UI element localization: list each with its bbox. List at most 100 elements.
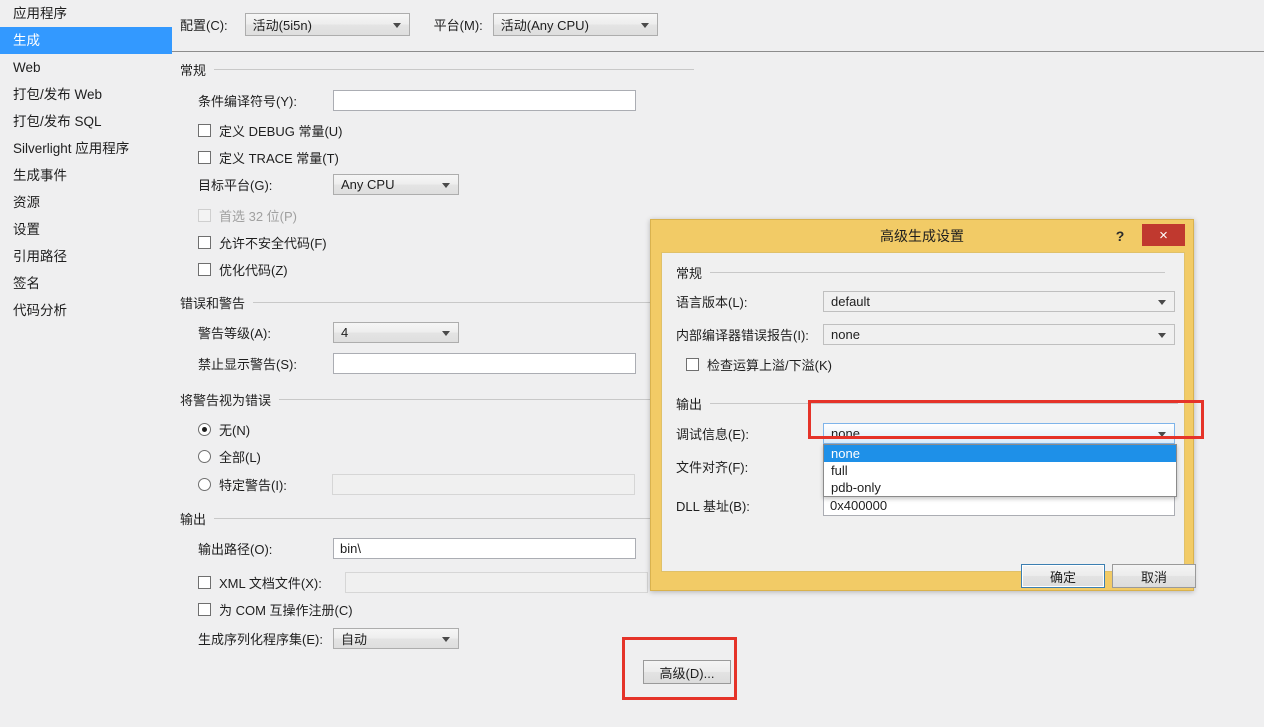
dll-base-value: 0x400000 <box>830 498 888 513</box>
dialog-output-group-header: 输出 <box>676 394 1179 413</box>
sidebar-item-label: 签名 <box>13 276 40 291</box>
dropdown-option-label: full <box>831 463 848 478</box>
platform-value: 活动(Any CPU) <box>500 18 589 33</box>
define-debug-checkbox[interactable] <box>198 124 211 137</box>
output-group-header: 输出 <box>180 509 667 528</box>
target-platform-dropdown[interactable]: Any CPU <box>333 174 459 195</box>
chevron-down-icon <box>640 22 649 28</box>
debug-info-label: 调试信息(E): <box>676 427 749 442</box>
check-overflow-row[interactable]: 检查运算上溢/下溢(K) <box>686 355 832 374</box>
dropdown-option-none[interactable]: none <box>824 445 1176 462</box>
ok-button[interactable]: 确定 <box>1021 564 1105 588</box>
treat-none-label: 无(N) <box>219 423 251 438</box>
dialog-body: 常规 语言版本(L): default 内部编译器错误报告(I): none 检… <box>661 252 1196 588</box>
language-version-value: default <box>831 294 871 309</box>
treat-specific-row[interactable]: 特定警告(I): <box>198 474 635 495</box>
dialog-general-group-header: 常规 <box>676 263 1166 282</box>
treat-warnings-group-title: 将警告视为错误 <box>180 393 272 408</box>
serialization-assembly-dropdown[interactable]: 自动 <box>333 628 459 649</box>
sidebar-item-build-events[interactable]: 生成事件 <box>0 162 172 189</box>
chevron-down-icon <box>1158 332 1166 338</box>
advanced-button[interactable]: 高级(D)... <box>643 660 731 684</box>
close-icon[interactable]: × <box>1142 224 1185 246</box>
errors-group-title: 错误和警告 <box>180 296 246 311</box>
define-debug-row[interactable]: 定义 DEBUG 常量(U) <box>198 121 343 140</box>
treat-none-row[interactable]: 无(N) <box>198 420 250 439</box>
platform-dropdown[interactable]: 活动(Any CPU) <box>492 13 658 36</box>
warning-level-dropdown[interactable]: 4 <box>333 322 459 343</box>
help-icon[interactable]: ? <box>1111 227 1129 245</box>
allow-unsafe-checkbox[interactable] <box>198 236 211 249</box>
xml-doc-row: XML 文档文件(X): <box>198 572 648 593</box>
debug-info-dropdown[interactable]: none <box>823 423 1175 444</box>
sidebar-item-silverlight-application[interactable]: Silverlight 应用程序 <box>0 135 172 162</box>
sidebar-item-web[interactable]: Web <box>0 54 172 81</box>
dll-base-input[interactable]: 0x400000 <box>823 495 1175 516</box>
sidebar-item-label: Silverlight 应用程序 <box>13 141 130 156</box>
sidebar-item-code-analysis[interactable]: 代码分析 <box>0 297 172 324</box>
treat-none-radio[interactable] <box>198 423 211 436</box>
conditional-symbols-input[interactable] <box>333 90 636 111</box>
sidebar-item-signing[interactable]: 签名 <box>0 270 172 297</box>
suppress-warnings-label: 禁止显示警告(S): <box>198 357 297 372</box>
sidebar-item-label: 代码分析 <box>13 303 67 318</box>
treat-specific-label: 特定警告(I): <box>219 478 287 493</box>
sidebar-item-label: 打包/发布 SQL <box>13 114 102 129</box>
suppress-warnings-input[interactable] <box>333 353 636 374</box>
debug-info-value: none <box>831 426 860 441</box>
sidebar-item-label: 打包/发布 Web <box>13 87 103 102</box>
ok-button-label: 确定 <box>1049 569 1076 585</box>
output-path-input[interactable]: bin\ <box>333 538 636 559</box>
treat-all-row[interactable]: 全部(L) <box>198 447 261 466</box>
check-overflow-label: 检查运算上溢/下溢(K) <box>707 358 832 373</box>
configuration-dropdown[interactable]: 活动(5i5n) <box>244 13 410 36</box>
treat-all-label: 全部(L) <box>219 450 261 465</box>
register-com-row[interactable]: 为 COM 互操作注册(C) <box>198 600 353 619</box>
sidebar-item-label: 设置 <box>13 222 40 237</box>
treat-all-radio[interactable] <box>198 450 211 463</box>
register-com-checkbox[interactable] <box>198 603 211 616</box>
error-report-dropdown[interactable]: none <box>823 324 1175 345</box>
optimize-code-row[interactable]: 优化代码(Z) <box>198 260 288 279</box>
chevron-down-icon <box>442 182 450 188</box>
sidebar-item-settings[interactable]: 设置 <box>0 216 172 243</box>
dll-base-row: DLL 基址(B): 0x400000 <box>676 495 1175 516</box>
cancel-button[interactable]: 取消 <box>1112 564 1196 588</box>
group-divider-line <box>214 69 695 70</box>
sidebar-item-resources[interactable]: 资源 <box>0 189 172 216</box>
register-com-label: 为 COM 互操作注册(C) <box>219 603 353 618</box>
sidebar-item-package-publish-web[interactable]: 打包/发布 Web <box>0 81 172 108</box>
sidebar-item-reference-paths[interactable]: 引用路径 <box>0 243 172 270</box>
optimize-code-checkbox[interactable] <box>198 263 211 276</box>
language-version-label: 语言版本(L): <box>676 295 748 310</box>
allow-unsafe-row[interactable]: 允许不安全代码(F) <box>198 233 327 252</box>
sidebar-item-build[interactable]: 生成 <box>0 27 185 54</box>
target-platform-row: 目标平台(G): Any CPU <box>198 174 459 195</box>
sidebar: 应用程序 生成 Web 打包/发布 Web 打包/发布 SQL Silverli… <box>0 0 185 727</box>
group-divider-line <box>214 518 667 519</box>
project-properties-window: 应用程序 生成 Web 打包/发布 Web 打包/发布 SQL Silverli… <box>0 0 1264 727</box>
output-path-value: bin\ <box>340 541 361 556</box>
check-overflow-checkbox[interactable] <box>686 358 699 371</box>
xml-doc-checkbox[interactable] <box>198 576 211 589</box>
language-version-row: 语言版本(L): default <box>676 291 1175 312</box>
language-version-dropdown[interactable]: default <box>823 291 1175 312</box>
chevron-down-icon <box>392 22 401 28</box>
sidebar-item-application[interactable]: 应用程序 <box>0 0 172 27</box>
dialog-general-group-title: 常规 <box>676 266 703 281</box>
treat-specific-radio[interactable] <box>198 478 211 491</box>
dropdown-option-full[interactable]: full <box>824 462 1176 479</box>
configuration-row: 配置(C): 活动(5i5n) 平台(M): 活动(Any CPU) <box>180 13 658 36</box>
dialog-output-group-title: 输出 <box>676 397 703 412</box>
debug-info-dropdown-list[interactable]: none full pdb-only <box>823 444 1177 497</box>
warning-level-value: 4 <box>341 325 349 340</box>
dropdown-option-pdb-only[interactable]: pdb-only <box>824 479 1176 496</box>
define-trace-checkbox[interactable] <box>198 151 211 164</box>
sidebar-item-package-publish-sql[interactable]: 打包/发布 SQL <box>0 108 172 135</box>
conditional-symbols-label: 条件编译符号(Y): <box>198 94 297 109</box>
group-divider-line <box>253 302 706 303</box>
platform-label: 平台(M): <box>433 18 483 33</box>
serialization-assembly-value: 自动 <box>341 632 368 647</box>
chevron-down-icon <box>442 330 450 336</box>
define-trace-row[interactable]: 定义 TRACE 常量(T) <box>198 148 339 167</box>
